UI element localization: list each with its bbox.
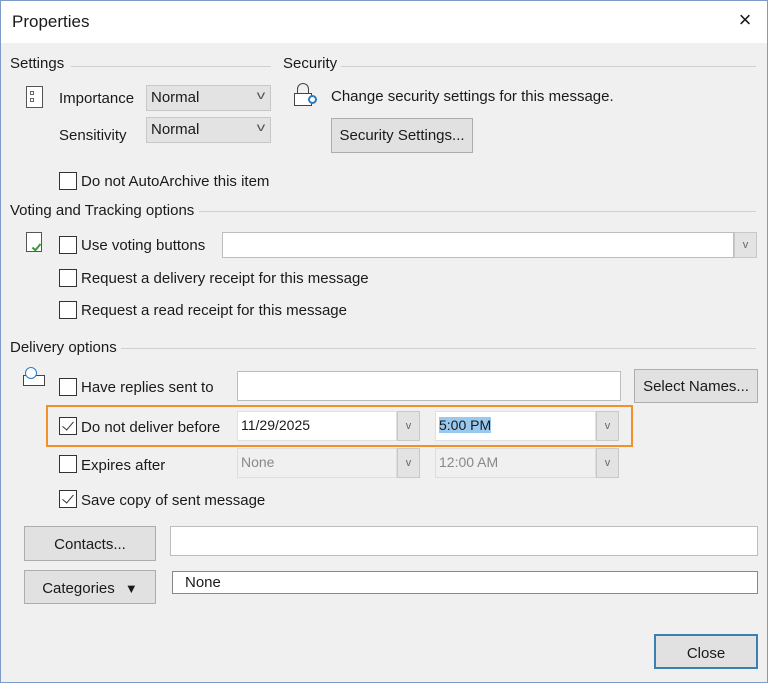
save-copy-checkbox[interactable] <box>59 490 77 508</box>
expires-time-input[interactable]: 12:00 AM <box>435 448 596 478</box>
contacts-button[interactable]: Contacts... <box>24 526 156 561</box>
delivery-receipt-label: Request a delivery receipt for this mess… <box>81 270 369 287</box>
chevron-down-icon: v <box>256 88 266 102</box>
settings-icon <box>26 86 43 108</box>
read-receipt-label: Request a read receipt for this message <box>81 302 347 319</box>
categories-input[interactable]: None <box>172 571 758 594</box>
delivery-clock-icon <box>23 367 47 387</box>
autoarchive-label: Do not AutoArchive this item <box>81 173 270 190</box>
chevron-down-icon: v <box>256 120 266 134</box>
lock-icon <box>294 83 320 109</box>
expires-date-input[interactable]: None <box>237 448 397 478</box>
chevron-down-icon[interactable]: v <box>397 448 420 478</box>
voting-heading: Voting and Tracking options <box>10 202 195 219</box>
settings-heading: Settings <box>10 55 65 72</box>
chevron-down-icon[interactable]: v <box>596 411 619 441</box>
sensitivity-value: Normal <box>151 121 200 138</box>
contacts-input[interactable] <box>170 526 758 556</box>
close-button[interactable]: Close <box>654 634 758 669</box>
voting-buttons-combo[interactable]: v <box>222 232 757 258</box>
delivery-receipt-checkbox[interactable] <box>59 269 77 287</box>
chevron-down-icon[interactable]: v <box>734 232 757 258</box>
autoarchive-checkbox[interactable] <box>59 172 77 190</box>
importance-label: Importance <box>59 90 135 107</box>
sensitivity-select[interactable]: Normal v <box>146 117 271 143</box>
do-not-deliver-label: Do not deliver before <box>81 419 221 436</box>
chevron-down-icon[interactable]: v <box>596 448 619 478</box>
caret-down-icon: ▼ <box>124 581 138 596</box>
security-settings-button[interactable]: Security Settings... <box>331 118 473 153</box>
save-copy-label: Save copy of sent message <box>81 492 266 509</box>
dialog-title: Properties <box>12 12 90 31</box>
divider <box>199 211 756 212</box>
sensitivity-label: Sensitivity <box>59 127 127 144</box>
divider <box>341 66 756 67</box>
divider <box>121 348 756 349</box>
do-not-deliver-checkbox[interactable] <box>59 417 77 435</box>
voting-icon <box>26 232 42 252</box>
importance-select[interactable]: Normal v <box>146 85 271 111</box>
have-replies-label: Have replies sent to <box>81 379 214 396</box>
deliver-date-input[interactable]: 11/29/2025 <box>237 411 397 441</box>
have-replies-checkbox[interactable] <box>59 378 77 396</box>
replies-to-input[interactable] <box>237 371 621 401</box>
use-voting-label: Use voting buttons <box>81 237 206 254</box>
title-bar: Properties × <box>1 1 767 43</box>
voting-buttons-input[interactable] <box>222 232 734 258</box>
select-names-button[interactable]: Select Names... <box>634 369 758 403</box>
divider <box>71 66 271 67</box>
security-description: Change security settings for this messag… <box>331 88 614 105</box>
read-receipt-checkbox[interactable] <box>59 301 77 319</box>
use-voting-checkbox[interactable] <box>59 236 77 254</box>
close-icon[interactable]: × <box>734 7 756 33</box>
deliver-time-combo[interactable]: 5:00 PM v <box>435 411 619 441</box>
expires-after-checkbox[interactable] <box>59 455 77 473</box>
expires-time-combo[interactable]: 12:00 AM v <box>435 448 619 478</box>
deliver-time-value: 5:00 PM <box>439 417 492 433</box>
expires-after-label: Expires after <box>81 457 166 474</box>
properties-dialog: Properties × Settings Importance Normal v… <box>0 0 768 683</box>
importance-value: Normal <box>151 89 200 106</box>
deliver-date-combo[interactable]: 11/29/2025 v <box>237 411 420 441</box>
expires-date-combo[interactable]: None v <box>237 448 420 478</box>
categories-button[interactable]: Categories ▼ <box>24 570 156 604</box>
delivery-heading: Delivery options <box>10 339 117 356</box>
categories-label: Categories <box>42 580 115 597</box>
chevron-down-icon[interactable]: v <box>397 411 420 441</box>
deliver-time-input[interactable]: 5:00 PM <box>435 411 596 441</box>
security-heading: Security <box>283 55 338 72</box>
